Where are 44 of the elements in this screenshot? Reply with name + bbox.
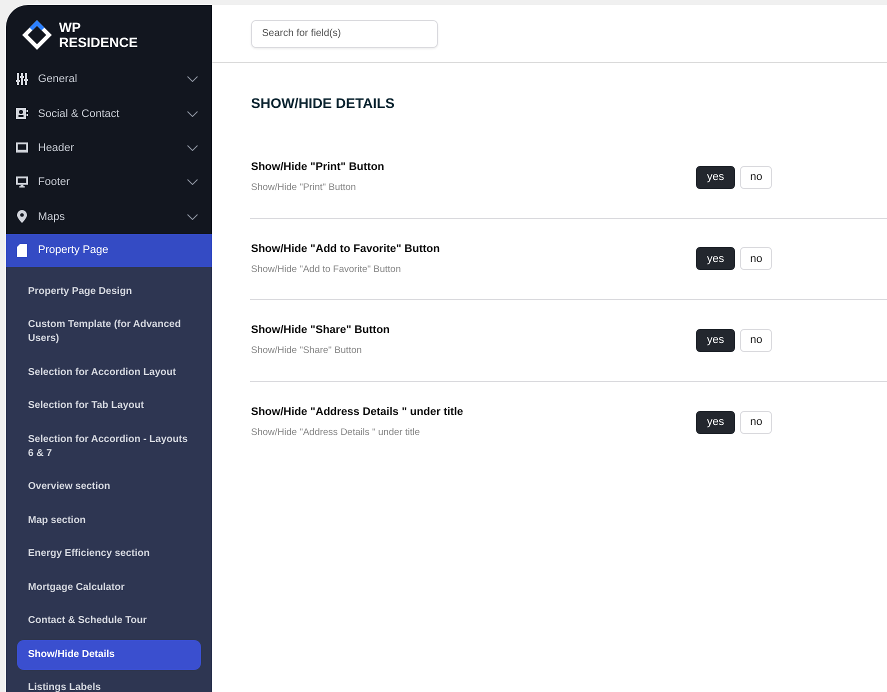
submenu-item[interactable]: Overview section — [17, 472, 201, 502]
submenu-item[interactable]: Mortgage Calculator — [17, 572, 201, 603]
menu-item[interactable]: Footer — [6, 165, 212, 200]
sliders-icon — [16, 73, 28, 86]
option-button[interactable]: no — [740, 166, 772, 189]
option-button[interactable]: yes — [696, 247, 736, 270]
menu-item[interactable]: Property Page — [6, 234, 212, 267]
setting-description: Show/Hide "Address Details " under title — [251, 427, 421, 438]
laptop-icon — [16, 142, 28, 154]
submenu-item[interactable]: Selection for Tab Layout — [17, 391, 201, 422]
submenu-item[interactable]: Show/Hide Details — [17, 640, 201, 670]
menu-item[interactable]: General — [6, 62, 212, 96]
submenu-item[interactable]: Selection for Accordion - Layouts 6 & 7 — [17, 424, 201, 469]
search-field[interactable]: Search for field(s) — [251, 20, 438, 48]
logo-text: WP — [59, 20, 82, 34]
option-button[interactable]: no — [740, 410, 772, 434]
option-button[interactable]: yes — [696, 328, 736, 352]
setting-description: Show/Hide "Print" Button — [251, 182, 357, 194]
pin-icon — [17, 210, 27, 224]
document-icon — [17, 244, 27, 257]
menu-item[interactable]: Social & Contact — [6, 96, 212, 131]
setting-description: Show/Hide "Share" Button — [251, 345, 363, 356]
menu-item[interactable]: Header — [6, 130, 212, 166]
submenu-item[interactable]: Contact & Schedule Tour — [17, 606, 201, 636]
option-button[interactable]: yes — [696, 410, 736, 434]
option-button[interactable]: yes — [696, 166, 736, 189]
submenu-item[interactable]: Property Page Design — [17, 276, 201, 307]
section-title: SHOW/HIDE DETAILS — [251, 95, 396, 111]
menu-item[interactable]: Maps — [6, 200, 212, 234]
submenu-item[interactable]: Energy Efficiency section — [17, 539, 201, 570]
submenu-item[interactable]: Map section — [17, 506, 201, 536]
submenu-item[interactable]: Custom Template (for Advanced Users) — [17, 310, 201, 354]
setting-title: Show/Hide "Share" Button — [251, 324, 391, 336]
setting-title: Show/Hide "Add to Favorite" Button — [251, 242, 441, 255]
option-button[interactable]: no — [740, 328, 772, 352]
logo-text: RESIDENCE — [59, 34, 138, 50]
option-button[interactable]: no — [740, 247, 772, 270]
submenu-item[interactable]: Selection for Accordion Layout — [17, 358, 201, 388]
setting-title: Show/Hide "Print" Button — [251, 161, 386, 174]
setting-title: Show/Hide "Address Details " under title — [251, 406, 464, 418]
monitor-icon — [16, 176, 28, 188]
logo-icon — [21, 18, 53, 50]
contact-card-icon — [16, 108, 28, 120]
setting-description: Show/Hide "Add to Favorite" Button — [251, 264, 402, 275]
